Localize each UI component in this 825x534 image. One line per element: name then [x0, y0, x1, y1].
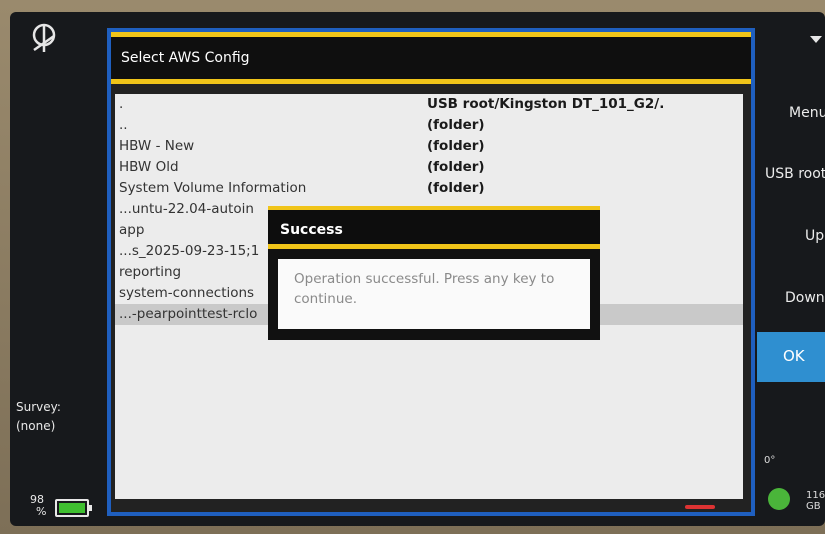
storage-value: 116 — [806, 490, 825, 501]
success-popup[interactable]: Success Operation successful. Press any … — [268, 206, 600, 340]
ok-button[interactable]: OK — [757, 332, 825, 382]
file-name: .. — [119, 117, 128, 133]
file-name: reporting — [119, 264, 182, 280]
file-name: system-connections — [119, 285, 255, 301]
file-type: (folder) — [427, 138, 485, 154]
file-type: (folder) — [427, 159, 485, 175]
file-type: (folder) — [427, 180, 485, 196]
logo-icon — [32, 23, 56, 52]
file-type: USB root/Kingston DT_101_G2/. — [427, 96, 665, 112]
dialog-title: Select AWS Config — [121, 50, 250, 66]
file-name: System Volume Information — [119, 180, 307, 196]
file-name: ...-pearpointtest-rclo — [119, 306, 258, 322]
file-name: ...untu-22.04-autoin — [119, 201, 254, 217]
dialog-footer-indicator — [685, 505, 715, 509]
battery-percent: 98 % — [30, 494, 46, 518]
down-button[interactable]: Down — [785, 290, 825, 306]
list-item[interactable]: System Volume Information (folder) — [115, 178, 743, 199]
list-item[interactable]: . USB root/Kingston DT_101_G2/. — [115, 94, 743, 115]
up-button[interactable]: Up — [805, 228, 824, 244]
storage-unit: GB — [806, 501, 821, 512]
popup-message: Operation successful. Press any key to c… — [278, 259, 590, 329]
list-item[interactable]: .. (folder) — [115, 115, 743, 136]
menu-button[interactable]: Menu — [789, 105, 825, 121]
storage-icon — [768, 488, 790, 510]
survey-label: Survey: — [16, 400, 61, 414]
storage-readout: 116 GB — [806, 490, 825, 512]
survey-value: (none) — [16, 419, 56, 433]
file-name: . — [119, 96, 124, 112]
signal-icon — [810, 36, 822, 43]
list-item[interactable]: HBW - New (folder) — [115, 136, 743, 157]
popup-title-bar: Success — [268, 206, 600, 249]
tilt-readout: 0° — [764, 455, 776, 466]
battery-icon — [55, 499, 92, 517]
file-name: app — [119, 222, 145, 238]
file-name: HBW Old — [119, 159, 179, 175]
usb-root-button[interactable]: USB root — [765, 166, 825, 182]
file-name: HBW - New — [119, 138, 195, 154]
file-type: (folder) — [427, 117, 485, 133]
survey-status: Survey: (none) — [16, 398, 61, 436]
list-item[interactable]: HBW Old (folder) — [115, 157, 743, 178]
battery-fill — [59, 503, 85, 513]
dialog-title-bar: Select AWS Config — [111, 32, 751, 84]
battery-percent-unit: % — [36, 505, 47, 518]
popup-title: Success — [280, 222, 343, 238]
file-name: ...s_2025-09-23-15;1 — [119, 243, 260, 259]
